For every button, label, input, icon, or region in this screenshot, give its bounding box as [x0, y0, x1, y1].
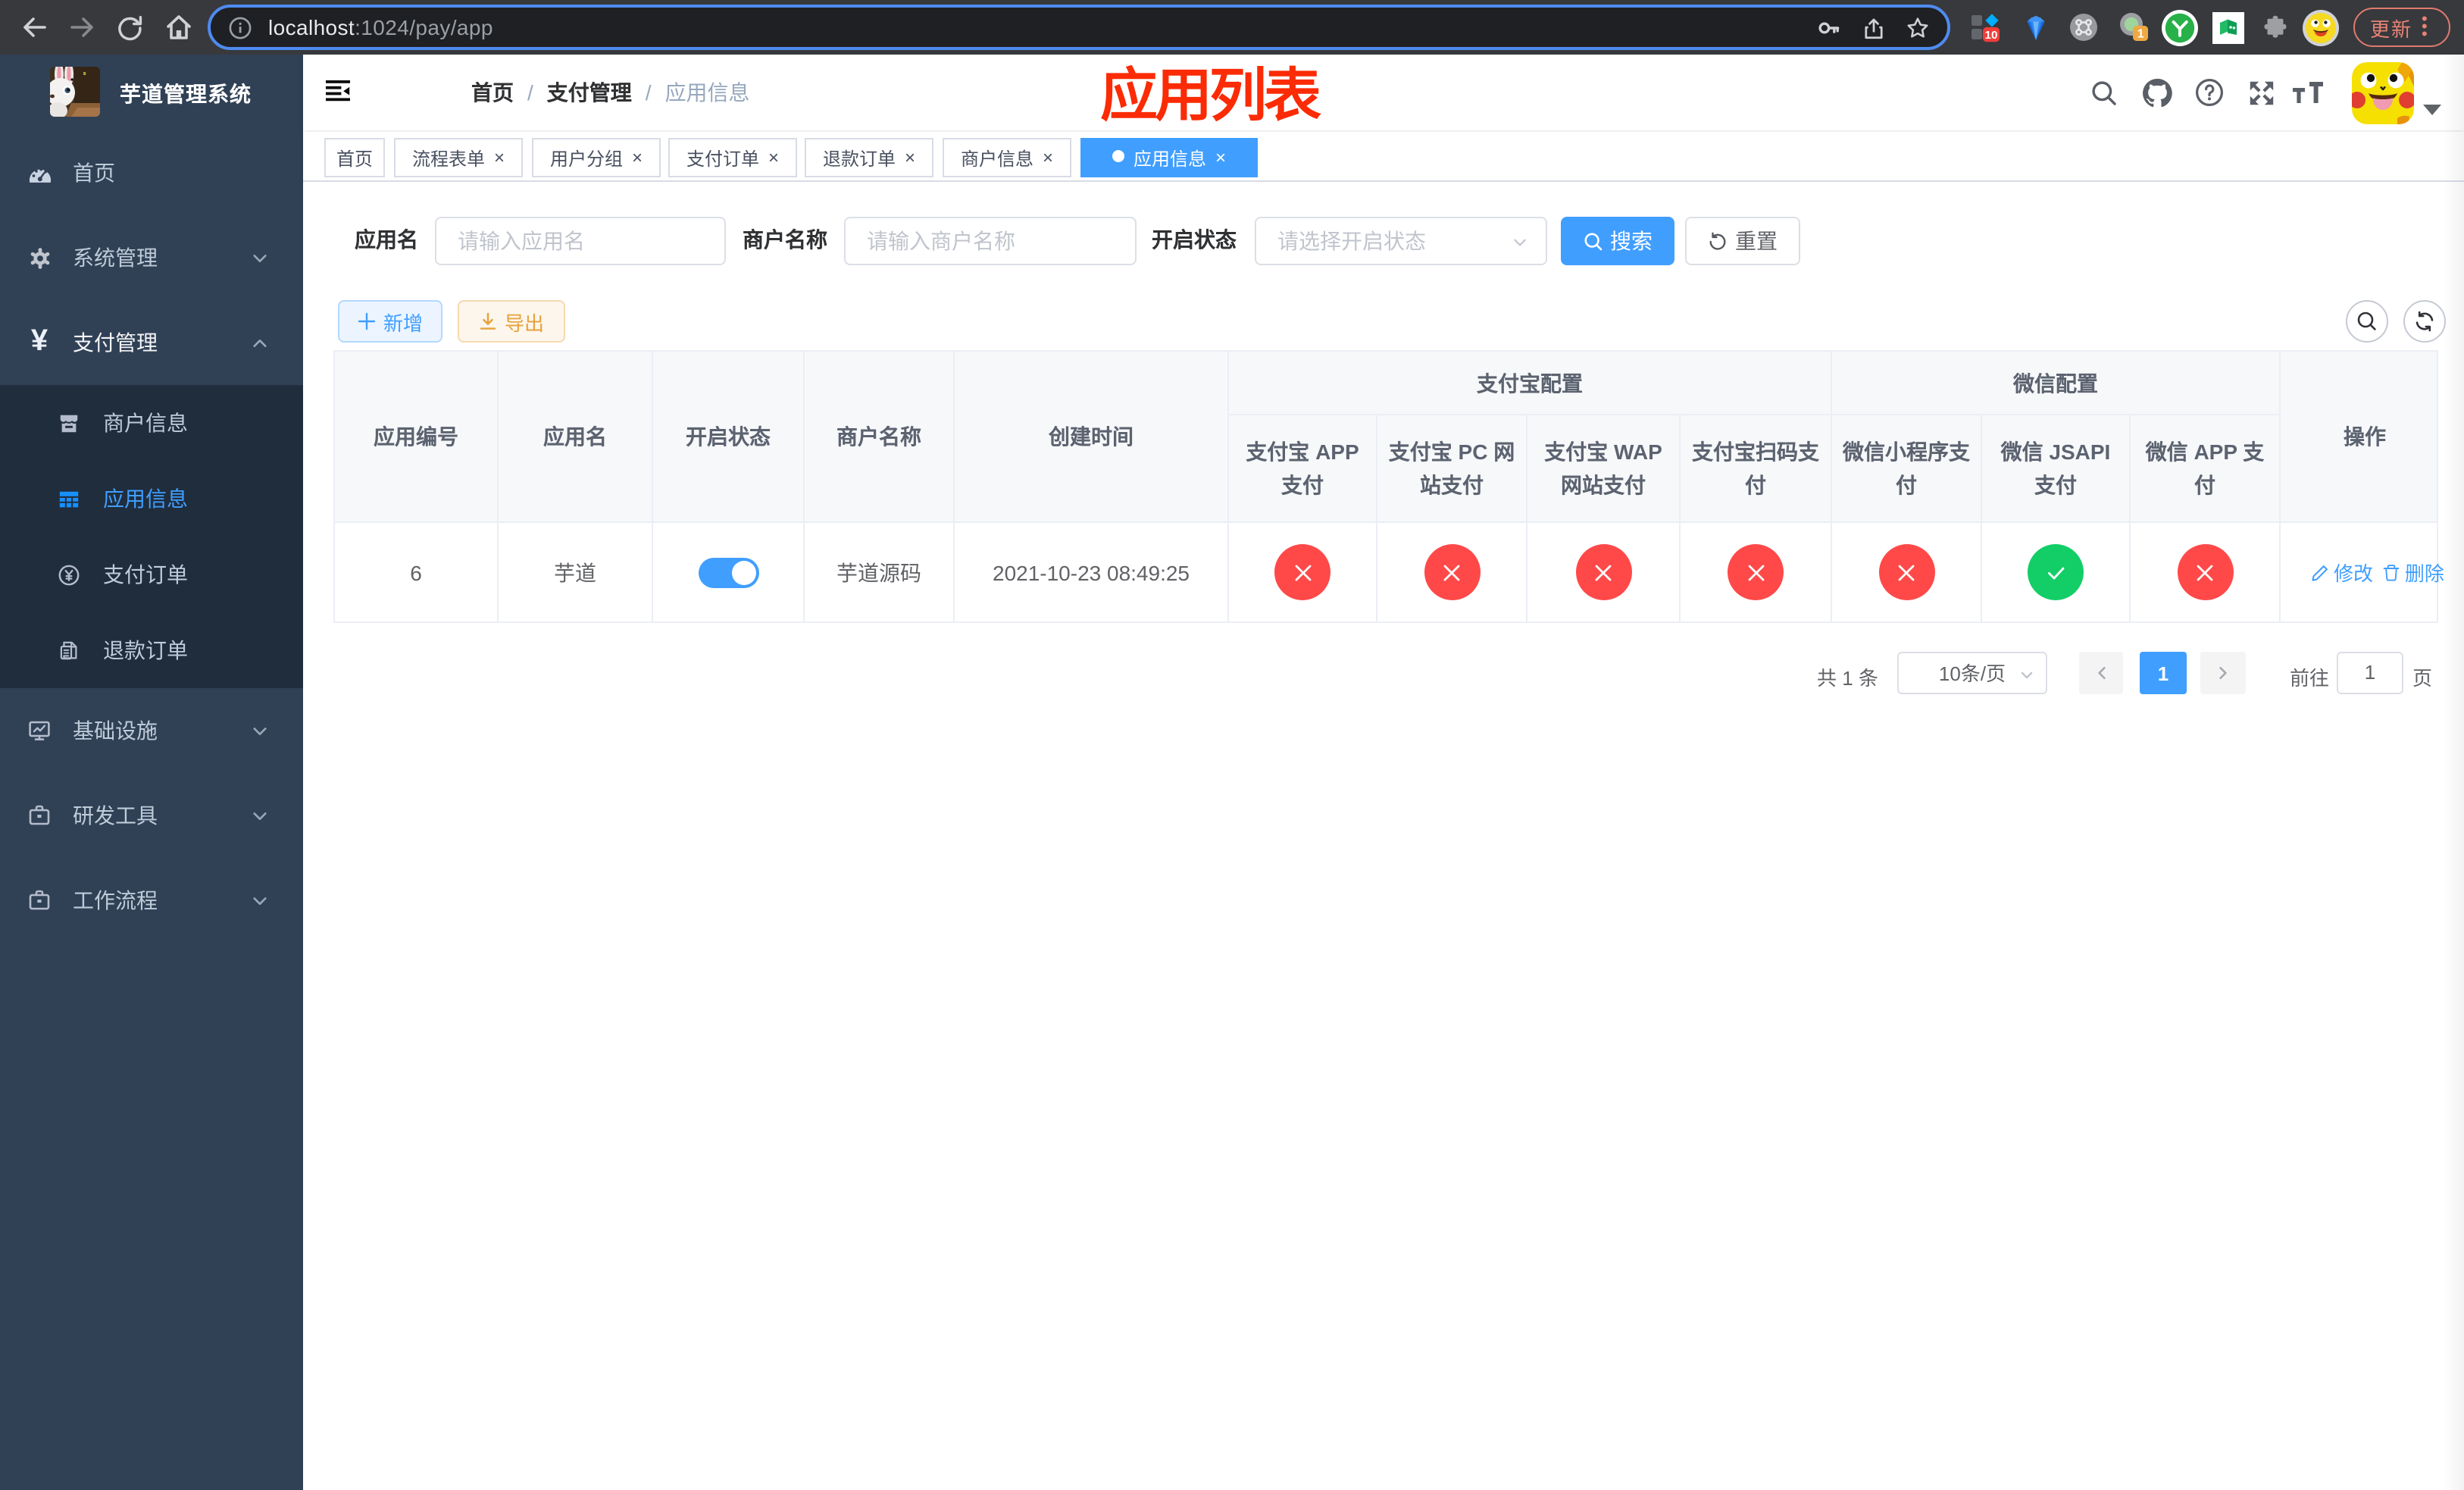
svg-text:10: 10 — [1985, 29, 1998, 42]
svg-text:1: 1 — [2137, 28, 2144, 41]
